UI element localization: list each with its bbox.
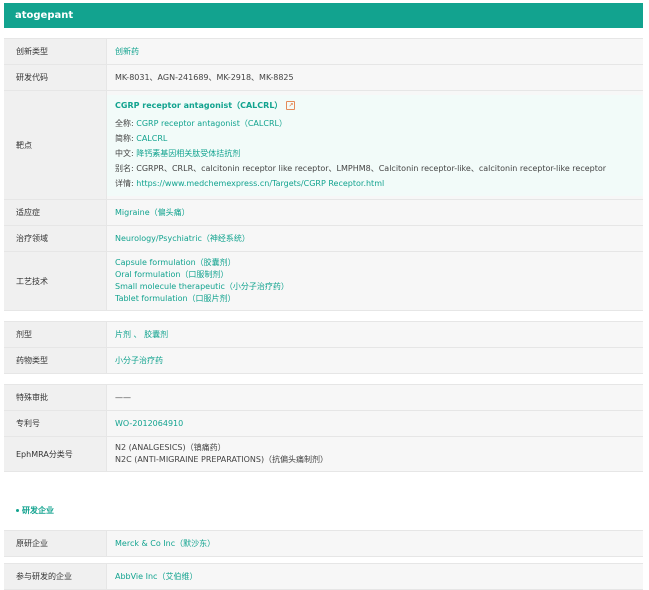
row-originator: 原研企业 Merck & Co Inc（默沙东）: [4, 531, 643, 557]
target-details: CGRP receptor antagonist（CALCRL） ↗ 全称: C…: [107, 94, 643, 196]
target-full-name[interactable]: CGRP receptor antagonist（CALCRL）: [136, 119, 287, 128]
row-label: 特殊审批: [4, 385, 107, 410]
target-key: 详情:: [115, 178, 134, 188]
row-label: 药物类型: [4, 348, 107, 373]
technology-item[interactable]: Capsule formulation（胶囊剂）: [115, 257, 643, 269]
row-label: EphMRA分类号: [4, 437, 107, 471]
target-key: 别名:: [115, 163, 134, 173]
participant-link[interactable]: AbbVie Inc（艾伯维）: [115, 571, 643, 582]
target-chinese[interactable]: 降钙素基因相关肽受体拮抗剂: [136, 149, 240, 158]
row-special-review: 特殊审批 ——: [4, 384, 643, 411]
row-label: 创新类型: [4, 39, 107, 64]
target-detail-link[interactable]: https://www.medchemexpress.cn/Targets/CG…: [136, 179, 384, 188]
row-label: 研发代码: [4, 65, 107, 90]
row-therapy-area: 治疗领域 Neurology/Psychiatric（神经系统）: [4, 226, 643, 252]
technology-item[interactable]: Oral formulation（口服制剂）: [115, 269, 643, 281]
originator-link[interactable]: Merck & Co Inc（默沙东）: [115, 538, 643, 549]
technology-item[interactable]: Tablet formulation（口服片剂）: [115, 293, 643, 305]
special-review-value: ——: [115, 393, 131, 402]
external-link-icon[interactable]: ↗: [286, 100, 296, 110]
row-innovation-type: 创新类型 创新药: [4, 39, 643, 65]
row-patent: 专利号 WO-2012064910: [4, 411, 643, 437]
target-key: 简称:: [115, 133, 134, 143]
ephmra-line: N2 (ANALGESICS)（镇痛药）: [115, 443, 226, 452]
target-key: 全称:: [115, 118, 134, 128]
drug-type-link[interactable]: 小分子治疗药: [115, 355, 643, 366]
drug-title: atogepant: [15, 10, 74, 21]
patent-link[interactable]: WO-2012064910: [115, 419, 643, 428]
therapy-area-link[interactable]: Neurology/Psychiatric（神经系统）: [115, 233, 643, 244]
row-label: 专利号: [4, 411, 107, 436]
row-label: 适应症: [4, 200, 107, 225]
row-ephmra: EphMRA分类号 N2 (ANALGESICS)（镇痛药） N2C (ANTI…: [4, 437, 643, 472]
dosage-form-link[interactable]: 片剂 、 胶囊剂: [115, 329, 643, 340]
row-participants: 参与研发的企业 AbbVie Inc（艾伯维）: [4, 563, 643, 590]
innovation-type-link[interactable]: 创新药: [115, 46, 643, 57]
row-dosage-form: 剂型 片剂 、 胶囊剂: [4, 321, 643, 348]
technology-item[interactable]: Small molecule therapeutic（小分子治疗药）: [115, 281, 643, 293]
target-abbr[interactable]: CALCRL: [136, 134, 167, 143]
target-key: 中文:: [115, 148, 134, 158]
row-technology: 工艺技术 Capsule formulation（胶囊剂） Oral formu…: [4, 252, 643, 311]
section-title: 研发企业: [4, 492, 643, 530]
company-section: 研发企业 原研企业 Merck & Co Inc（默沙东） 参与研发的企业 Ab…: [4, 492, 643, 590]
section-title-text: 研发企业: [22, 506, 54, 515]
target-heading-link[interactable]: CGRP receptor antagonist（CALCRL）: [115, 100, 282, 111]
row-indication: 适应症 Migraine（偏头痛）: [4, 200, 643, 226]
ephmra-line: N2C (ANTI-MIGRAINE PREPARATIONS)（抗偏头痛制剂）: [115, 455, 329, 464]
row-label: 原研企业: [4, 531, 107, 556]
row-label: 剂型: [4, 322, 107, 347]
indication-link[interactable]: Migraine（偏头痛）: [115, 207, 643, 218]
row-target: 靶点 CGRP receptor antagonist（CALCRL） ↗ 全称…: [4, 91, 643, 200]
target-alias: CGRPR、CRLR、calcitonin receptor like rece…: [136, 163, 607, 173]
row-label: 参与研发的企业: [4, 564, 107, 589]
row-dev-code: 研发代码 MK-8031、AGN-241689、MK-2918、MK-8825: [4, 65, 643, 91]
drug-info-panel: atogepant 创新类型 创新药 研发代码 MK-8031、AGN-2416…: [4, 3, 643, 590]
row-drug-type: 药物类型 小分子治疗药: [4, 348, 643, 374]
dev-code-value: MK-8031、AGN-241689、MK-2918、MK-8825: [115, 73, 294, 82]
row-label: 工艺技术: [4, 252, 107, 310]
row-label: 靶点: [4, 91, 107, 199]
bullet-icon: [16, 509, 19, 512]
drug-title-bar: atogepant: [4, 3, 643, 28]
drug-info-table: 创新类型 创新药 研发代码 MK-8031、AGN-241689、MK-2918…: [4, 38, 643, 472]
row-label: 治疗领域: [4, 226, 107, 251]
